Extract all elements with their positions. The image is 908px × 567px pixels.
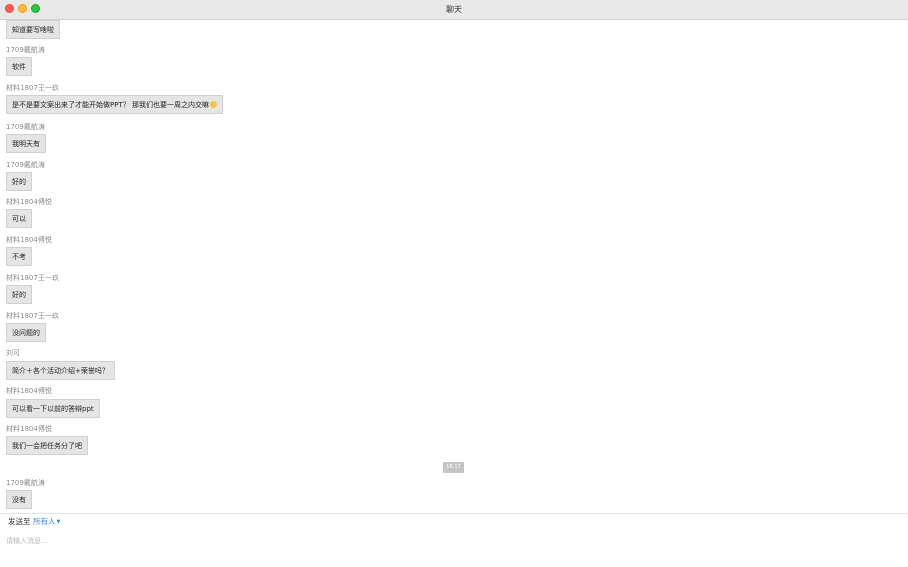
grinning-emoji-icon <box>209 101 217 108</box>
message-text: 是不是要文案出来了才能开始做PPT？ 那我们也要一周之内交嘛 <box>12 101 209 109</box>
window-title: 聊天 <box>446 5 462 14</box>
title-bar: 聊天 <box>0 0 908 20</box>
message-sender: 材料1807王一玖 <box>6 84 59 92</box>
message-sender: 材料1804傅悦 <box>6 425 52 433</box>
message-sender: 材料1804傅悦 <box>6 236 52 244</box>
message-list[interactable]: 知道要写啥啦 1709戴航涛 软件 材料1807王一玖 是不是要文案出来了才能开… <box>0 20 908 513</box>
message-bubble[interactable]: 好的 <box>6 172 32 191</box>
message-bubble[interactable]: 简介＋各个活动介绍+荣誉吗？ <box>6 361 115 380</box>
time-separator: 16:17 <box>443 462 464 473</box>
message-sender: 1709戴航涛 <box>6 161 45 169</box>
message-bubble[interactable]: 软件 <box>6 57 32 76</box>
caret-down-icon: ▼ <box>56 519 61 525</box>
message-bubble[interactable]: 好的 <box>6 285 32 304</box>
recipient-label: 所有人 <box>33 517 56 526</box>
message-bubble[interactable]: 我明天有 <box>6 134 46 153</box>
message-bubble[interactable]: 可以 <box>6 209 32 228</box>
chat-window: 聊天 知道要写啥啦 1709戴航涛 软件 材料1807王一玖 是不是要文案出来了… <box>0 0 908 567</box>
send-to-label: 发送至 <box>8 517 31 526</box>
message-sender: 材料1807王一玖 <box>6 312 59 320</box>
message-bubble[interactable]: 没有 <box>6 490 32 509</box>
message-bubble[interactable]: 可以看一下以前的答辩ppt <box>6 399 100 418</box>
message-input[interactable] <box>4 534 906 548</box>
message-composer: 发送至 所有人▼ <box>0 513 908 567</box>
message-bubble[interactable]: 不考 <box>6 247 32 266</box>
message-bubble[interactable]: 我们一会把任务分了吧 <box>6 436 88 455</box>
message-sender: 刘可 <box>6 349 20 357</box>
message-bubble[interactable]: 知道要写啥啦 <box>6 20 60 39</box>
message-bubble[interactable]: 没问题的 <box>6 323 46 342</box>
message-sender: 1709戴航涛 <box>6 479 45 487</box>
recipient-dropdown[interactable]: 所有人▼ <box>33 516 60 528</box>
message-sender: 材料1807王一玖 <box>6 274 59 282</box>
message-sender: 材料1804傅悦 <box>6 387 52 395</box>
message-bubble[interactable]: 是不是要文案出来了才能开始做PPT？ 那我们也要一周之内交嘛 <box>6 95 223 114</box>
message-sender: 1709戴航涛 <box>6 46 45 54</box>
message-sender: 1709戴航涛 <box>6 123 45 131</box>
message-sender: 材料1804傅悦 <box>6 198 52 206</box>
